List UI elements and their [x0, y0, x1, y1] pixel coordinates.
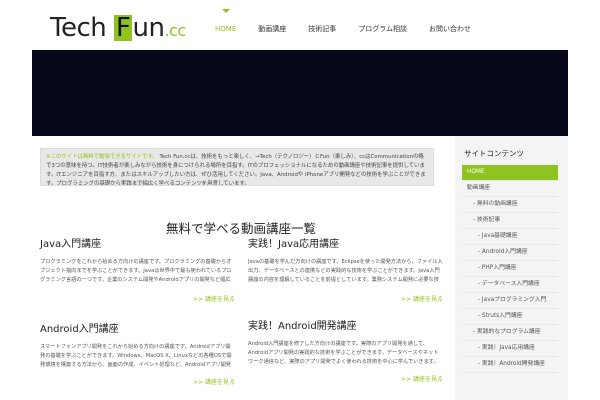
- notice-highlight: ※このサイトは無料で勉強できるサイトです。: [46, 154, 158, 160]
- card-body: Android入門講座を修了した方向けの講座です。実際のアプリ開発を通して、An…: [248, 341, 439, 365]
- card-title[interactable]: Android入門講座: [40, 323, 235, 337]
- nav-tech-articles[interactable]: 技術記事: [297, 0, 347, 50]
- sidebar-menu: HOME 動画講座 - 無料の動画講座 - 技術記事 - Java基礎講座 - …: [462, 165, 558, 373]
- logo-text-f: F: [114, 13, 133, 43]
- site-notice: ※このサイトは無料で勉強できるサイトです。 Tech Fun.ccは、技術をもっ…: [40, 148, 434, 186]
- nav-program-consult[interactable]: プログラム相談: [347, 0, 418, 50]
- sidebar-item-database-intro[interactable]: - データベース入門講座: [462, 277, 558, 293]
- sidebar-item-home[interactable]: HOME: [462, 165, 558, 181]
- sidebar-item-php-intro[interactable]: - PHP入門講座: [462, 261, 558, 277]
- sidebar-item-java-basic[interactable]: - Java基礎講座: [462, 229, 558, 245]
- card-more-link[interactable]: >> 講座を見る: [401, 374, 443, 383]
- sidebar-item-video-courses[interactable]: 動画講座: [462, 181, 558, 197]
- logo-text-un: un: [132, 13, 165, 43]
- card-body: プログラミングをこれから始める方向けの講座です。プログラミングの基礎からオブジェ…: [40, 259, 232, 283]
- card-more-link[interactable]: >> 講座を見る: [193, 294, 235, 303]
- card-title[interactable]: Java入門講座: [40, 238, 235, 252]
- main-content: ※このサイトは無料で勉強できるサイトです。 Tech Fun.ccは、技術をもっ…: [32, 136, 450, 400]
- main-nav: HOME 動画講座 技術記事 プログラム相談 お問い合わせ: [204, 0, 482, 50]
- sidebar-item-struts-intro[interactable]: - Struts入門講座: [462, 309, 558, 325]
- sidebar-item-java-programming[interactable]: - Javaプログラミング入門: [462, 293, 558, 309]
- card-title[interactable]: 実践！Java応用講座: [248, 238, 443, 252]
- sidebar-item-free-courses[interactable]: - 無料の動画講座: [462, 197, 558, 213]
- card-more-link[interactable]: >> 講座を見る: [401, 294, 443, 303]
- sidebar-item-tech-articles[interactable]: - 技術記事: [462, 213, 558, 229]
- card-title[interactable]: 実践！Android開発講座: [248, 320, 443, 334]
- nav-contact[interactable]: お問い合わせ: [418, 0, 482, 50]
- sidebar-item-android-intro[interactable]: - Android入門講座: [462, 245, 558, 261]
- sidebar-item-practical-courses[interactable]: - 実践的なプログラム講座: [462, 325, 558, 341]
- site-header: Tech Fun.cc HOME 動画講座 技術記事 プログラム相談 お問い合わ…: [32, 0, 568, 50]
- section-title: 無料で学べる動画講座一覧: [165, 221, 316, 236]
- course-card-java-advanced: 実践！Java応用講座 Javaの基礎を学んだ方向けの講座です。Eclipseを…: [248, 238, 443, 303]
- site-logo[interactable]: Tech Fun.cc: [50, 14, 186, 45]
- sidebar: サイトコンテンツ HOME 動画講座 - 無料の動画講座 - 技術記事 - Ja…: [455, 136, 568, 400]
- card-body: スマートフォンアプリ開発をこれから始める方向けの講座です。Androidアプリ開…: [40, 344, 232, 368]
- course-card-android-intro: Android入門講座 スマートフォンアプリ開発をこれから始める方向けの講座です…: [40, 323, 235, 386]
- nav-video-courses[interactable]: 動画講座: [247, 0, 297, 50]
- logo-text-cc: .cc: [164, 21, 186, 40]
- sidebar-title: サイトコンテンツ: [464, 149, 524, 158]
- nav-home[interactable]: HOME: [204, 0, 247, 50]
- logo-text-tech: Tech: [50, 13, 114, 43]
- course-card-android-advanced: 実践！Android開発講座 Android入門講座を修了した方向けの講座です。…: [248, 320, 443, 383]
- course-card-java-intro: Java入門講座 プログラミングをこれから始める方向けの講座です。プログラミング…: [40, 238, 235, 303]
- sidebar-item-android-advanced[interactable]: - 実践！Android開発講座: [462, 357, 558, 373]
- card-body: Javaの基礎を学んだ方向けの講座です。Eclipseを使った開発方法から、ファ…: [248, 259, 443, 283]
- hero-banner: [32, 50, 568, 136]
- card-more-link[interactable]: >> 講座を見る: [193, 377, 235, 386]
- sidebar-item-java-advanced[interactable]: - 実践！Java応用講座: [462, 341, 558, 357]
